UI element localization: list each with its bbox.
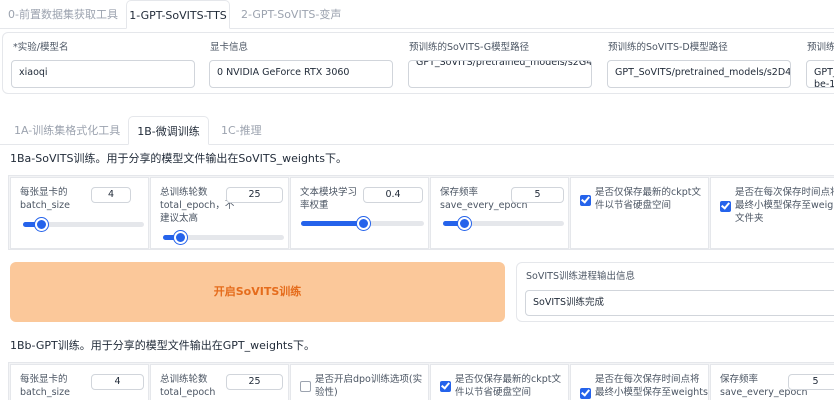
sovits-save-small-cell: 是否在每次保存时间点将 最终小模型保存至weights 文件夹 [710, 177, 834, 249]
tab-dataset-tools[interactable]: 0-前置数据集获取工具 [8, 0, 118, 29]
gpt-dpo-cell: 是否开启dpo训练选项(实 验性) [290, 364, 429, 400]
slider-thumb[interactable] [173, 231, 187, 244]
sovits-save-every-slider[interactable] [443, 217, 564, 230]
pretrained-d-input[interactable]: GPT_SoVITS/pretrained_models/s2D488k.pth [607, 60, 791, 88]
slider-fill [301, 221, 363, 226]
tab-gpt-sovits-tts[interactable]: 1-GPT-SoVITS-TTS [126, 0, 230, 29]
gpu-info-label: 显卡信息 [210, 42, 249, 53]
sovits-batch-size-slider[interactable] [23, 218, 144, 231]
gpt-dpo-label: 是否开启dpo训练选项(实 验性) [315, 374, 423, 398]
gpt-save-latest-cell: 是否仅保存最新的ckpt文 件以节省硬盘空间 [430, 364, 569, 400]
sovits-total-epoch-input[interactable]: 25 [226, 187, 283, 203]
sovits-save-latest-label: 是否仅保存最新的ckpt文 件以节省硬盘空间 [595, 187, 701, 211]
gpt-dpo-checkbox[interactable] [300, 381, 311, 392]
sovits-save-latest-checkbox[interactable] [580, 195, 591, 206]
sovits-total-epoch-label: 总训练轮数 total_epoch，不 建议太高 [160, 187, 235, 224]
gpt-params-row: 每张显卡的 batch_size 4 总训练轮数 total_epoch 25 … [8, 362, 834, 400]
gpt-total-epoch-cell: 总训练轮数 total_epoch 25 [150, 364, 289, 400]
sovits-total-epoch-slider[interactable] [163, 231, 284, 244]
sovits-save-every-cell: 保存频率 save_every_epoch 5 [430, 177, 569, 249]
gpt-save-small-label: 是否在每次保存时间点将 最终小模型保存至weights [595, 374, 708, 398]
pretrained-gpt-label: 预训练 [807, 42, 834, 53]
slider-thumb[interactable] [35, 218, 49, 231]
gpu-info-input[interactable]: 0 NVIDIA GeForce RTX 3060 [209, 60, 393, 88]
gpt-save-latest-checkbox[interactable] [440, 381, 451, 392]
gpt-total-epoch-input[interactable]: 25 [226, 374, 283, 390]
sovits-text-lr-slider[interactable] [301, 217, 424, 230]
gpt-save-every-input[interactable]: 5 [788, 374, 834, 390]
pretrained-gpt-input[interactable]: GPT_ be-1b [806, 60, 834, 88]
sovits-params-row: 每张显卡的 batch_size 4 总训练轮数 total_epoch，不 建… [8, 175, 834, 250]
sovits-total-epoch-cell: 总训练轮数 total_epoch，不 建议太高 25 [150, 177, 289, 249]
pretrained-d-label: 预训练的SoVITS-D模型路径 [608, 42, 728, 53]
sovits-text-lr-input[interactable]: 0.4 [363, 187, 423, 203]
tab-dataset-format[interactable]: 1A-训练集格式化工具 [14, 116, 120, 145]
start-sovits-training-button[interactable]: 开启SoVITS训练 [10, 262, 505, 322]
sovits-output-textbox[interactable]: SoVITS训练完成 [525, 290, 834, 316]
pretrained-g-input[interactable]: GPT_SoVITS/pretrained_models/s2G488k.pth [408, 60, 592, 88]
pretrained-g-value: GPT_SoVITS/pretrained_models/s2G488k.pth [416, 60, 592, 68]
gpt-save-small-cell: 是否在每次保存时间点将 最终小模型保存至weights [570, 364, 709, 400]
gpt-section-title: 1Bb-GPT训练。用于分享的模型文件输出在GPT_weights下。 [10, 339, 315, 352]
sovits-batch-size-cell: 每张显卡的 batch_size 4 [10, 177, 149, 249]
gpt-batch-size-label: 每张显卡的 batch_size [20, 374, 70, 398]
slider-thumb[interactable] [356, 217, 370, 230]
main-tab-bar: 0-前置数据集获取工具 1-GPT-SoVITS-TTS 2-GPT-SoVIT… [0, 0, 834, 29]
sovits-save-every-input[interactable]: 5 [511, 187, 564, 203]
sovits-text-lr-label: 文本模块学习 率权重 [300, 187, 358, 211]
tab-inference[interactable]: 1C-推理 [221, 116, 262, 145]
gpt-batch-size-input[interactable]: 4 [91, 374, 144, 390]
experiment-name-input[interactable]: xiaoqi [11, 60, 195, 88]
model-config-panel: *实验/模型名 xiaoqi 显卡信息 0 NVIDIA GeForce RTX… [2, 32, 834, 94]
sovits-batch-size-input[interactable]: 4 [91, 187, 131, 203]
sovits-save-small-checkbox[interactable] [720, 201, 731, 212]
sub-tab-bar: 1A-训练集格式化工具 1B-微调训练 1C-推理 [0, 116, 834, 145]
tab-finetune-training[interactable]: 1B-微调训练 [128, 116, 209, 145]
gpt-save-every-cell: 保存频率 save_every_epoch 5 [710, 364, 834, 400]
gpt-save-small-checkbox[interactable] [580, 388, 591, 399]
sovits-section-title: 1Ba-SoVITS训练。用于分享的模型文件输出在SoVITS_weights下… [10, 152, 347, 165]
sovits-save-small-label: 是否在每次保存时间点将 最终小模型保存至weights 文件夹 [735, 187, 834, 224]
sovits-text-lr-cell: 文本模块学习 率权重 0.4 [290, 177, 429, 249]
gpt-batch-size-cell: 每张显卡的 batch_size 4 [10, 364, 149, 400]
sovits-save-latest-cell: 是否仅保存最新的ckpt文 件以节省硬盘空间 [570, 177, 709, 249]
gpt-total-epoch-label: 总训练轮数 total_epoch [160, 374, 216, 398]
sovits-output-panel: SoVITS训练进程输出信息 SoVITS训练完成 [516, 262, 834, 322]
gpt-save-latest-label: 是否仅保存最新的ckpt文 件以节省硬盘空间 [455, 374, 561, 398]
pretrained-g-label: 预训练的SoVITS-G模型路径 [409, 42, 530, 53]
tab-gpt-sovits-voice-change[interactable]: 2-GPT-SoVITS-变声 [241, 0, 341, 29]
sovits-batch-size-label: 每张显卡的 batch_size [20, 187, 70, 211]
experiment-name-label: *实验/模型名 [13, 42, 69, 53]
slider-thumb[interactable] [457, 217, 471, 230]
sovits-output-label: SoVITS训练进程输出信息 [526, 271, 635, 282]
